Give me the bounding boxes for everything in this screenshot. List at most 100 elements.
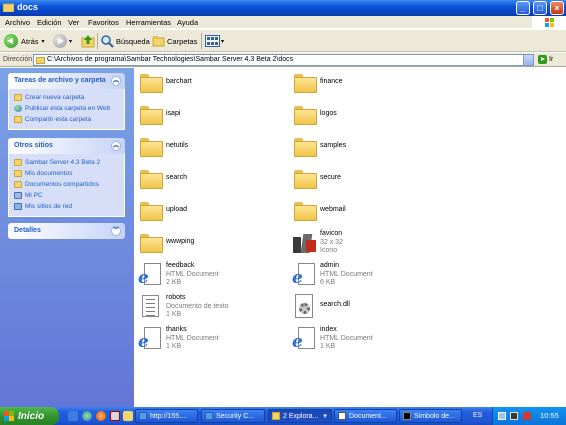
task-label: 2 Explora... — [283, 412, 319, 420]
folder-item-webmail[interactable]: webmail — [290, 199, 430, 229]
other-places-header[interactable]: Otros sitios ︽ — [8, 138, 125, 154]
start-button[interactable]: Inicio — [0, 407, 59, 425]
go-arrow-icon — [538, 55, 547, 64]
folders-icon — [152, 36, 165, 47]
tray-icon[interactable] — [510, 412, 518, 420]
file-item-favicon[interactable]: favicon 32 x 32 Icono — [290, 230, 430, 260]
menu-bar: Archivo Edición Ver Favoritos Herramient… — [0, 16, 566, 29]
file-item-index[interactable]: e index HTML Document 1 KB — [290, 326, 430, 356]
up-folder-button[interactable] — [81, 33, 95, 49]
task-share-folder[interactable]: Compartir esta carpeta — [14, 114, 124, 125]
file-item-search-dll[interactable]: search.dll — [290, 294, 430, 324]
file-name: favicon — [320, 230, 343, 237]
minimize-button[interactable]: _ — [516, 1, 530, 15]
task-label: Document... — [349, 412, 387, 420]
firefox-icon[interactable] — [96, 411, 106, 421]
taskbar-item-browser[interactable]: http://155.... — [135, 409, 198, 423]
details-panel: Detalles ︾ — [8, 223, 125, 239]
place-label: Sambar Server 4.3 Beta 2 — [25, 159, 101, 166]
show-desktop-icon[interactable] — [68, 411, 78, 421]
up-folder-icon — [81, 35, 95, 48]
views-button[interactable]: ▾ — [205, 33, 224, 49]
chevron-down-icon: ▾ — [69, 38, 73, 45]
quick-launch-icon[interactable] — [123, 411, 133, 421]
place-network[interactable]: Mis sitios de red — [14, 201, 124, 212]
taskbar-item-explorer[interactable]: 2 Explora... ▾ — [268, 409, 332, 423]
folder-item-logos[interactable]: logos — [290, 103, 430, 133]
expand-icon[interactable]: ︾ — [111, 226, 121, 236]
folders-label: Carpetas — [167, 36, 198, 46]
folder-item-search[interactable]: search — [136, 167, 276, 197]
address-dropdown-button[interactable] — [523, 55, 533, 65]
toolbar-separator — [201, 33, 202, 49]
address-input[interactable]: C:\Archivos de programa\Sambar Technolog… — [33, 54, 534, 66]
file-size: 2 KB — [166, 279, 182, 286]
tray-icon[interactable] — [523, 412, 531, 420]
folder-item-secure[interactable]: secure — [290, 167, 430, 197]
language-indicator[interactable]: ES — [473, 412, 482, 419]
folder-icon — [140, 138, 163, 157]
file-name: feedback — [166, 262, 195, 269]
window-title: docs — [17, 2, 39, 12]
folder-item-wwwping[interactable]: wwwping — [136, 231, 276, 261]
go-button[interactable]: Ir — [538, 55, 553, 64]
tray-icon[interactable] — [498, 412, 506, 420]
folder-icon — [294, 74, 317, 93]
other-places-panel: Otros sitios ︽ Sambar Server 4.3 Beta 2 … — [8, 138, 125, 217]
file-tasks-header[interactable]: Tareas de archivo y carpeta ︽ — [8, 73, 125, 89]
place-label: Mi PC — [25, 192, 43, 199]
file-size: 1 KB — [320, 343, 336, 350]
folder-item-samples[interactable]: samples — [290, 135, 430, 165]
task-publish-web[interactable]: Publicar esta carpeta en Web — [14, 103, 124, 114]
folder-item-upload[interactable]: upload — [136, 199, 276, 229]
taskbar-item-cmd[interactable]: Simbolo de... — [399, 409, 462, 423]
folders-button[interactable]: Carpetas — [152, 33, 197, 49]
file-item-feedback[interactable]: e feedback HTML Document 2 KB — [136, 262, 276, 292]
place-shared-documents[interactable]: Documentos compartidos — [14, 179, 124, 190]
folder-item-barchart[interactable]: barchart — [136, 71, 276, 101]
file-name: admin — [320, 262, 340, 269]
taskbar-item-document[interactable]: Document... — [334, 409, 397, 423]
file-item-robots[interactable]: robots Documento de texto 1 KB — [136, 294, 276, 324]
file-name: thanks — [166, 326, 187, 333]
internet-explorer-icon[interactable] — [82, 411, 92, 421]
folder-item-finance[interactable]: finance — [290, 71, 430, 101]
menu-edicion[interactable]: Edición — [37, 18, 62, 27]
details-header[interactable]: Detalles ︾ — [8, 223, 125, 239]
place-my-documents[interactable]: Mis documentos — [14, 168, 124, 179]
menu-herramientas[interactable]: Herramientas — [126, 18, 171, 27]
menu-ver[interactable]: Ver — [68, 18, 79, 27]
folder-item-isapi[interactable]: isapi — [136, 103, 276, 133]
file-tasks-panel: Tareas de archivo y carpeta ︽ Crear nuev… — [8, 73, 125, 130]
search-icon — [101, 34, 114, 48]
file-name: finance — [320, 78, 343, 85]
task-new-folder[interactable]: Crear nueva carpeta — [14, 92, 124, 103]
collapse-icon[interactable]: ︽ — [111, 76, 121, 86]
place-my-computer[interactable]: Mi PC — [14, 190, 124, 201]
maximize-button[interactable]: □ — [533, 1, 547, 15]
collapse-icon[interactable]: ︽ — [111, 141, 121, 151]
folder-icon — [140, 170, 163, 189]
taskbar-item-security[interactable]: Security C... — [201, 409, 265, 423]
taskbar: Inicio http://155.... Security C... 2 Ex… — [0, 407, 566, 425]
dll-file-icon — [295, 294, 313, 318]
place-sambar-server[interactable]: Sambar Server 4.3 Beta 2 — [14, 157, 124, 168]
acrobat-icon[interactable] — [110, 411, 120, 421]
back-button[interactable]: Atrás ▾ — [4, 33, 45, 49]
menu-archivo[interactable]: Archivo — [5, 18, 30, 27]
file-item-thanks[interactable]: e thanks HTML Document 1 KB — [136, 326, 276, 356]
task-label: Crear nueva carpeta — [25, 94, 85, 101]
close-button[interactable]: × — [550, 1, 564, 15]
file-type: HTML Document — [166, 270, 219, 278]
details-title: Detalles — [14, 227, 41, 234]
window-icon — [205, 412, 213, 420]
menu-ayuda[interactable]: Ayuda — [177, 18, 198, 27]
search-button[interactable]: Búsqueda — [101, 33, 150, 49]
system-tray: 10:55 — [492, 407, 566, 425]
task-label: Publicar esta carpeta en Web — [25, 105, 111, 112]
forward-button[interactable]: ▾ — [53, 33, 72, 49]
title-bar: docs _ □ × — [0, 0, 566, 16]
menu-favoritos[interactable]: Favoritos — [88, 18, 119, 27]
file-item-admin[interactable]: e admin HTML Document 6 KB — [290, 262, 430, 292]
folder-item-netutils[interactable]: netutils — [136, 135, 276, 165]
